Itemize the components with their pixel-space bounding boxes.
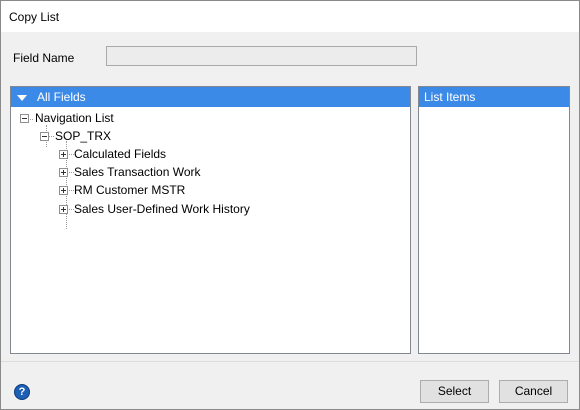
collapse-icon[interactable] [40,132,49,141]
copy-list-dialog: Copy List Field Name All Fields Navigati… [0,0,580,410]
expand-icon[interactable] [59,205,68,214]
tree-node-label: RM Customer MSTR [74,183,186,197]
all-fields-panel: All Fields Navigation List SOP_TRX Calcu [10,86,411,354]
window-title: Copy List [9,10,60,24]
all-fields-header-label: All Fields [37,90,86,104]
expand-icon[interactable] [59,168,68,177]
expand-icon[interactable] [59,186,68,195]
tree-node-label: Sales Transaction Work [74,165,201,179]
cancel-button[interactable]: Cancel [499,380,568,403]
expand-icon[interactable] [59,150,68,159]
all-fields-header[interactable]: All Fields [11,87,410,107]
field-name-label: Field Name [13,51,75,65]
list-items-panel[interactable]: List Items [418,86,570,354]
select-button[interactable]: Select [420,380,489,403]
footer-divider [1,361,579,362]
title-bar: Copy List [1,1,579,32]
help-icon[interactable]: ? [14,384,30,400]
tree-node-label: Navigation List [35,111,114,125]
field-name-input[interactable] [106,46,417,66]
list-items-header: List Items [419,87,569,107]
collapse-icon[interactable] [20,114,29,123]
tree-node-label: Sales User-Defined Work History [74,202,250,216]
tree-node-label: SOP_TRX [55,129,112,143]
tree-node-label: Calculated Fields [74,147,167,161]
list-items-header-label: List Items [424,90,476,104]
dropdown-arrow-icon[interactable] [17,95,27,101]
